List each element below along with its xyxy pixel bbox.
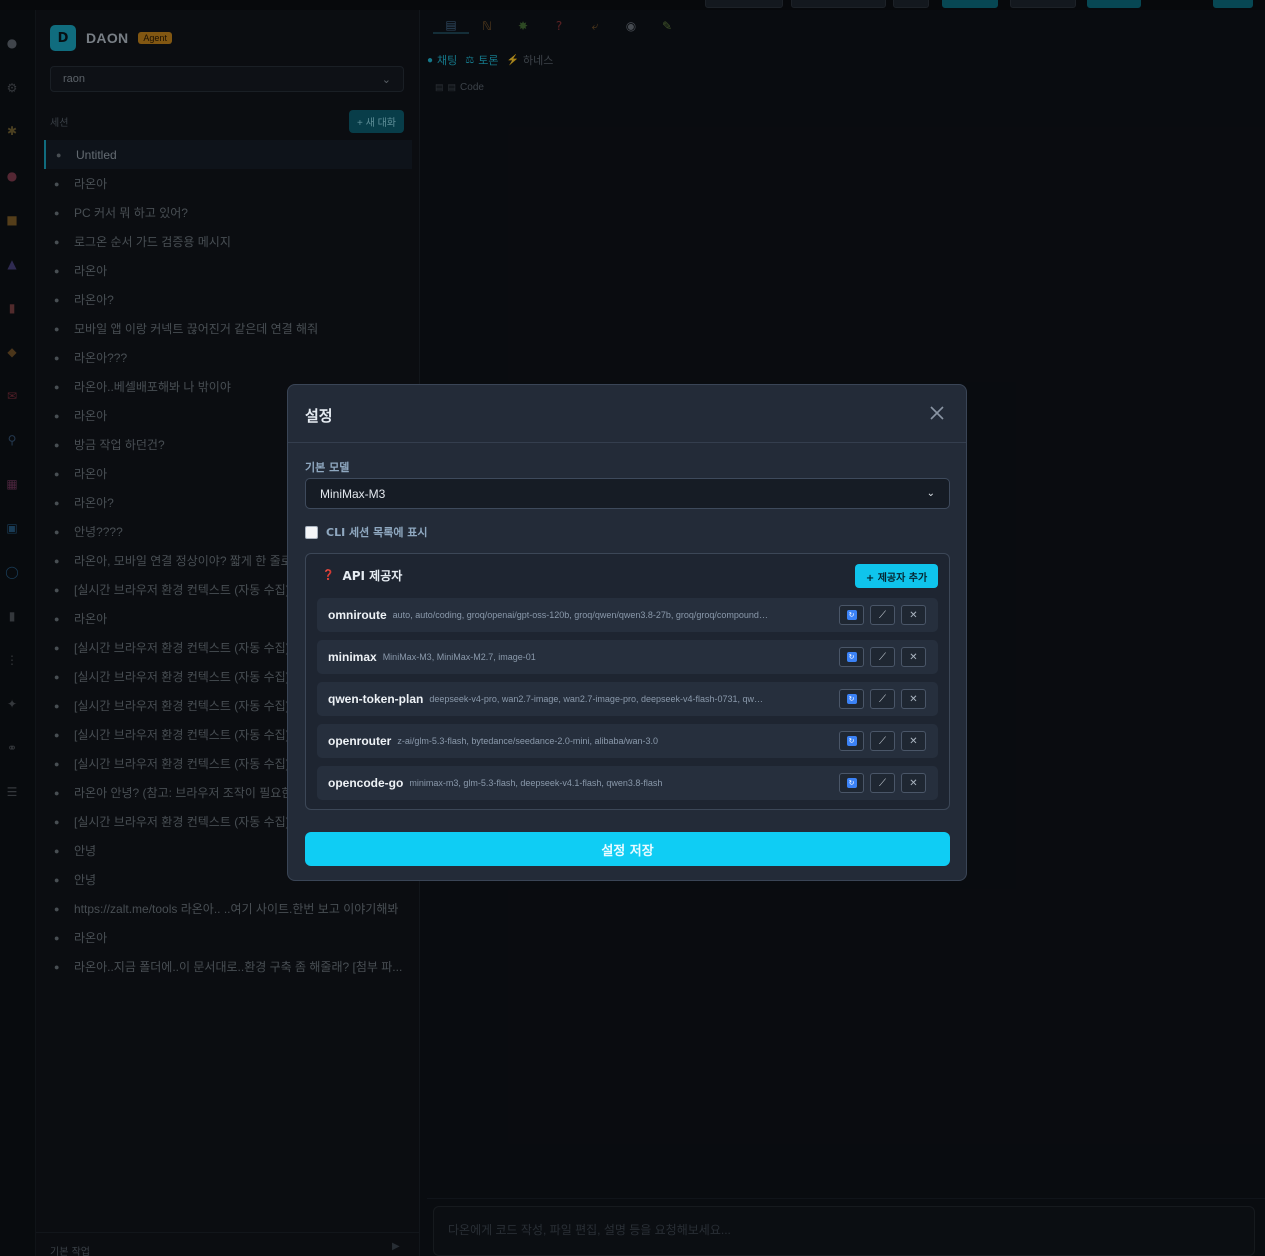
edit-icon[interactable]: ⟋ bbox=[870, 731, 895, 751]
provider-models: MiniMax-M3, MiniMax-M2.7, image-01 bbox=[382, 652, 536, 662]
delete-icon[interactable]: ✕ bbox=[901, 605, 926, 625]
edit-icon[interactable]: ⟋ bbox=[870, 605, 895, 625]
delete-icon[interactable]: ✕ bbox=[901, 731, 926, 751]
refresh-icon[interactable]: ↻ bbox=[839, 731, 864, 751]
provider-models: minimax-m3, glm-5.3-flash, deepseek-v4.1… bbox=[409, 778, 663, 788]
edit-icon[interactable]: ⟋ bbox=[870, 773, 895, 793]
provider-actions: ↻ ⟋ ✕ bbox=[839, 773, 932, 793]
delete-icon[interactable]: ✕ bbox=[901, 773, 926, 793]
model-label: 기본 모델 bbox=[305, 461, 350, 474]
modal-header: 설정 bbox=[288, 385, 966, 443]
save-settings-button[interactable]: 설정 저장 bbox=[305, 832, 950, 866]
provider-row: qwen-token-plan deepseek-v4-pro, wan2.7-i… bbox=[317, 682, 938, 716]
providers-title: API 제공자 bbox=[342, 569, 403, 583]
provider-models: auto, auto/coding, groq/openai/gpt-oss-1… bbox=[392, 610, 770, 620]
refresh-icon[interactable]: ↻ bbox=[839, 773, 864, 793]
refresh-icon[interactable]: ↻ bbox=[839, 605, 864, 625]
provider-row: opencode-go minimax-m3, glm-5.3-flash, de… bbox=[317, 766, 938, 800]
provider-row: openrouter z-ai/glm-5.3-flash, bytedance/… bbox=[317, 724, 938, 758]
question-icon: ❓ bbox=[322, 570, 335, 581]
provider-models: z-ai/glm-5.3-flash, bytedance/seedance-2… bbox=[397, 736, 658, 746]
cli-label: CLI 세션 목록에 표시 bbox=[326, 526, 428, 539]
chevron-down-icon: ⌄ bbox=[926, 488, 935, 499]
provider-row: omniroute auto, auto/coding, groq/openai/… bbox=[317, 598, 938, 632]
provider-actions: ↻ ⟋ ✕ bbox=[839, 689, 932, 709]
close-icon[interactable] bbox=[928, 404, 946, 422]
settings-modal: 설정 기본 모델 MiniMax-M3 ⌄ CLI 세션 목록에 표시 ❓ AP… bbox=[287, 384, 967, 881]
edit-icon[interactable]: ⟋ bbox=[870, 689, 895, 709]
cli-sessions-toggle[interactable]: CLI 세션 목록에 표시 bbox=[305, 524, 428, 540]
refresh-icon[interactable]: ↻ bbox=[839, 689, 864, 709]
edit-icon[interactable]: ⟋ bbox=[870, 647, 895, 667]
model-select[interactable]: MiniMax-M3 ⌄ bbox=[305, 478, 950, 509]
provider-row: minimax MiniMax-M3, MiniMax-M2.7, image-0… bbox=[317, 640, 938, 674]
cli-checkbox[interactable] bbox=[305, 525, 318, 539]
provider-name: omniroute bbox=[328, 608, 387, 622]
provider-name: openrouter bbox=[328, 734, 392, 748]
provider-actions: ↻ ⟋ ✕ bbox=[839, 605, 932, 625]
providers-header: ❓ API 제공자 bbox=[322, 567, 402, 584]
provider-actions: ↻ ⟋ ✕ bbox=[839, 647, 932, 667]
model-value: MiniMax-M3 bbox=[320, 486, 386, 501]
modal-title: 설정 bbox=[305, 407, 333, 425]
delete-icon[interactable]: ✕ bbox=[901, 689, 926, 709]
provider-name: opencode-go bbox=[328, 776, 404, 790]
provider-models: deepseek-v4-pro, wan2.7-image, wan2.7-im… bbox=[429, 694, 765, 704]
provider-name: qwen-token-plan bbox=[328, 692, 424, 706]
add-provider-button[interactable]: + 제공자 추가 bbox=[855, 564, 938, 588]
provider-name: minimax bbox=[328, 650, 377, 664]
delete-icon[interactable]: ✕ bbox=[901, 647, 926, 667]
providers-panel: ❓ API 제공자 + 제공자 추가 omniroute auto, auto/c… bbox=[305, 553, 950, 810]
provider-actions: ↻ ⟋ ✕ bbox=[839, 731, 932, 751]
refresh-icon[interactable]: ↻ bbox=[839, 647, 864, 667]
